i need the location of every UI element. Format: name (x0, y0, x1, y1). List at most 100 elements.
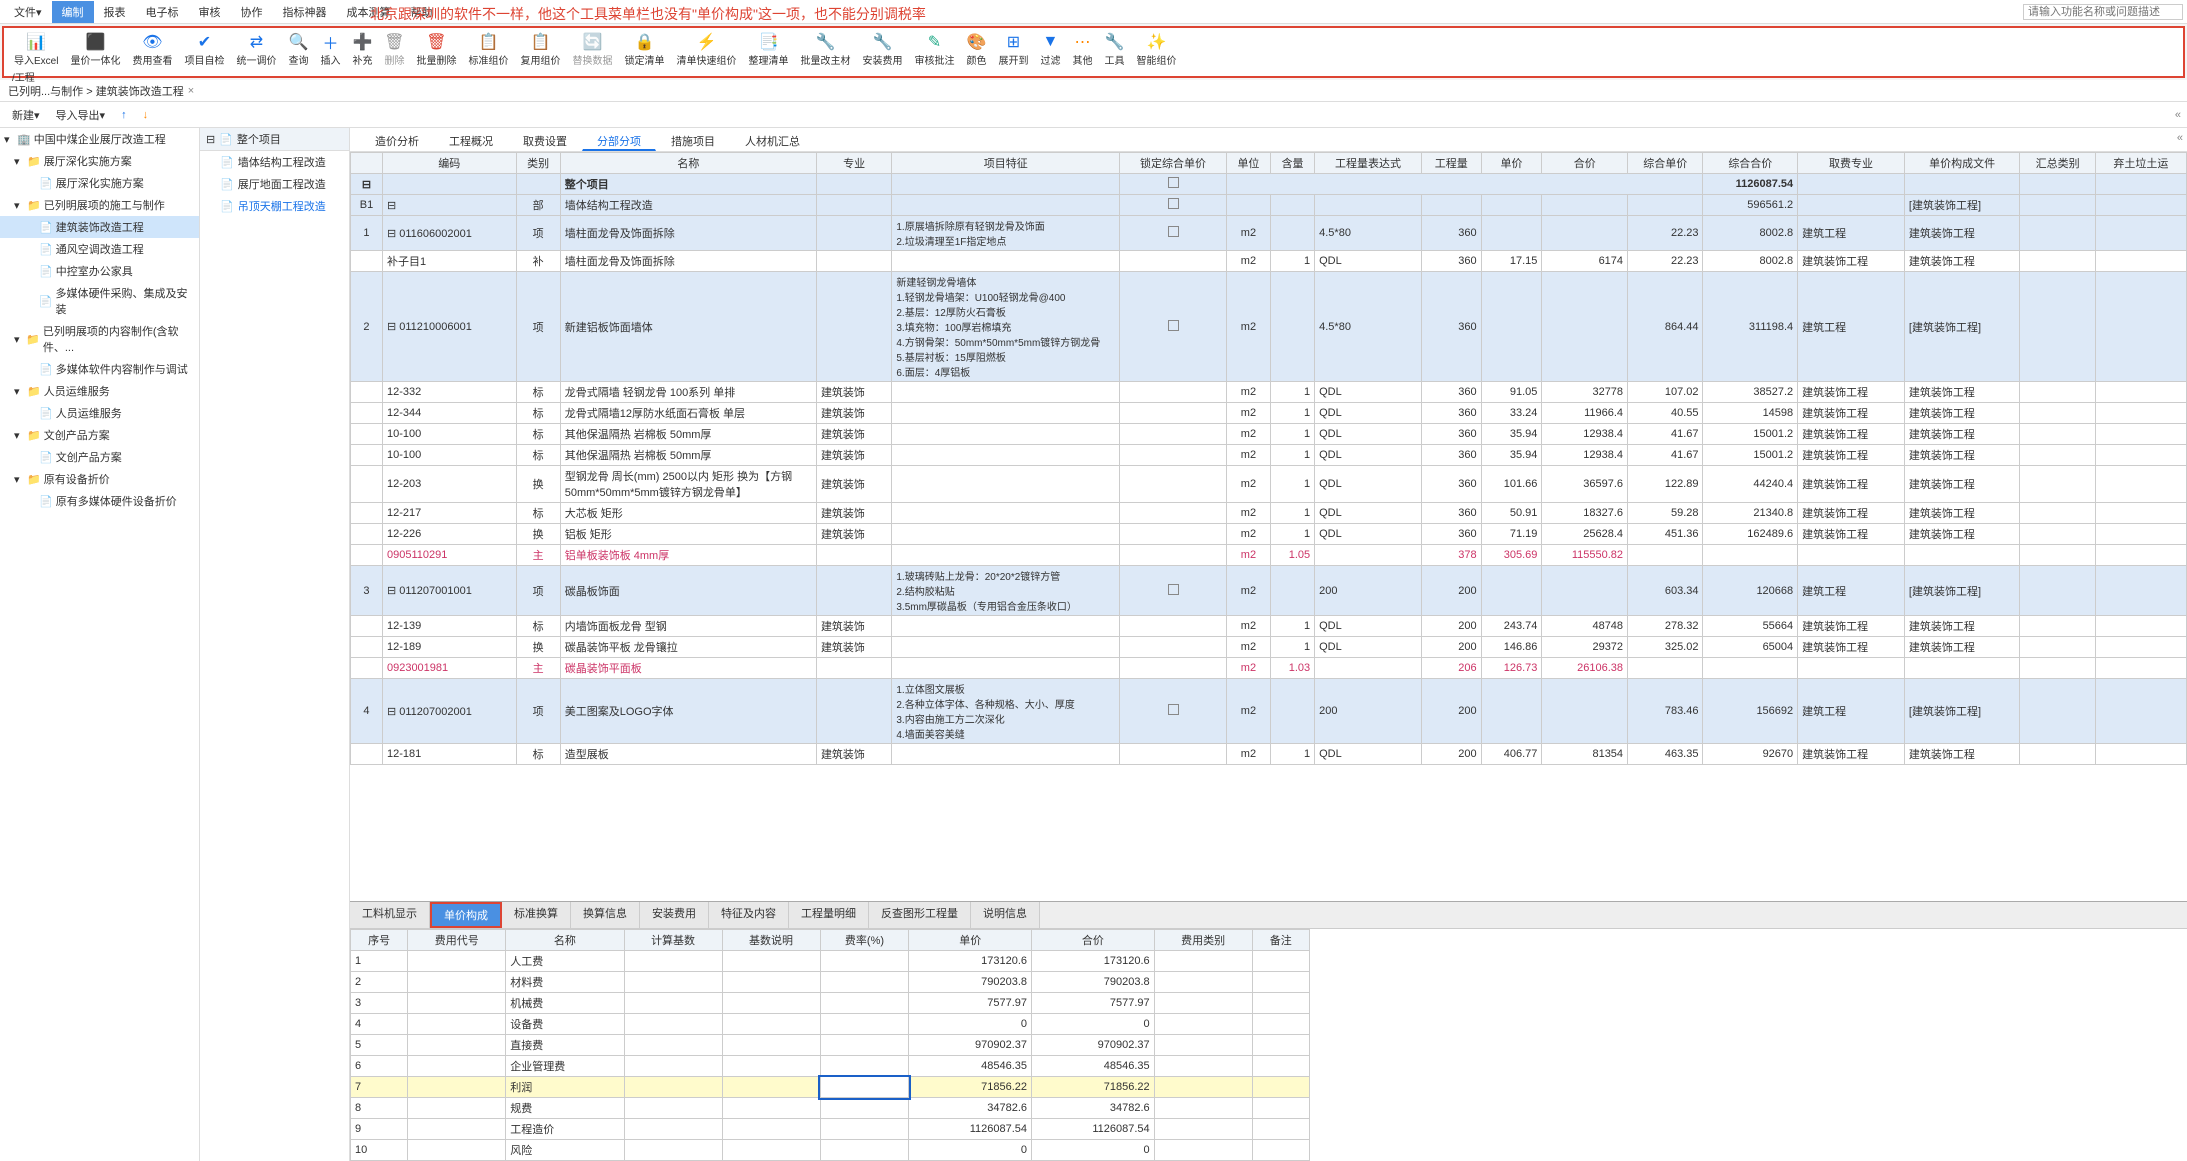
grid-row[interactable]: 12-332标龙骨式隔墙 轻钢龙骨 100系列 单排建筑装饰m21QDL3609… (351, 382, 2187, 403)
tool-smart[interactable]: ✨智能组价 (1130, 30, 1182, 69)
collapse-icon[interactable]: « (2175, 109, 2181, 121)
grid-row[interactable]: 2⊟ 011210006001项新建铝板饰面墙体新建轻钢龙骨墙体 1.轻钢龙骨墙… (351, 272, 2187, 382)
tool-std-price[interactable]: 📋标准组价 (462, 30, 514, 69)
grid-header[interactable]: 工程量表达式 (1315, 153, 1422, 174)
tool-delete[interactable]: 🗑删除 (378, 30, 410, 69)
menu-ebid[interactable]: 电子标 (136, 1, 189, 23)
menu-review[interactable]: 审核 (189, 1, 231, 23)
tool-filter[interactable]: ▼过滤 (1034, 30, 1066, 69)
grid-header[interactable]: 编码 (382, 153, 516, 174)
grid-header[interactable]: 取费专业 (1798, 153, 1905, 174)
grid-row[interactable]: 10-100标其他保温隔热 岩棉板 50mm厚建筑装饰m21QDL36035.9… (351, 424, 2187, 445)
grid-row[interactable]: 12-203换型钢龙骨 周长(mm) 2500以内 矩形 换为【方钢50mm*5… (351, 466, 2187, 503)
lower-tab[interactable]: 安装费用 (640, 902, 709, 928)
tree-root[interactable]: ▾🏢 中国中煤企业展厅改造工程 (0, 128, 199, 150)
menu-collab[interactable]: 协作 (231, 1, 273, 23)
tool-fee-view[interactable]: 👁费用查看 (126, 30, 178, 69)
unit-price-grid[interactable]: 序号费用代号名称计算基数基数说明费率(%)单价合价费用类别备注1人工费17312… (350, 929, 1310, 1161)
tree-item[interactable]: ▾📁 展厅深化实施方案 (0, 150, 199, 172)
grid-header[interactable]: 锁定综合单价 (1120, 153, 1227, 174)
lower-tab[interactable]: 标准换算 (502, 902, 571, 928)
lower-row[interactable]: 3机械费7577.977577.97 (351, 993, 1310, 1014)
grid-header[interactable]: 汇总类别 (2020, 153, 2095, 174)
grid-header[interactable]: 综合单价 (1628, 153, 1703, 174)
lower-tab[interactable]: 反查图形工程量 (869, 902, 971, 928)
grid-header[interactable]: 项目特征 (892, 153, 1120, 174)
tool-tools[interactable]: 🔧工具 (1098, 30, 1130, 69)
lower-row[interactable]: 2材料费790203.8790203.8 (351, 972, 1310, 993)
grid-row[interactable]: B1⊟ 部墙体结构工程改造596561.2[建筑装饰工程] (351, 195, 2187, 216)
tool-organize[interactable]: 📑整理清单 (742, 30, 794, 69)
tool-reuse[interactable]: 📋复用组价 (514, 30, 566, 69)
tool-query[interactable]: 🔍查询 (282, 30, 314, 69)
lower-row[interactable]: 7利润71856.2271856.22 (351, 1077, 1310, 1098)
lower-tab[interactable]: 特征及内容 (709, 902, 789, 928)
tree-item[interactable]: 📄 建筑装饰改造工程 (0, 216, 199, 238)
grid-row[interactable]: 0905110291主铝单板装饰板 4mm厚m21.05378305.69115… (351, 545, 2187, 566)
grid-header[interactable]: 弃土垃土运 (2095, 153, 2186, 174)
grid-header[interactable]: 单价构成文件 (1904, 153, 2019, 174)
tool-other[interactable]: ⋯其他 (1066, 30, 1098, 69)
menu-report[interactable]: 报表 (94, 1, 136, 23)
grid-header[interactable]: 综合合价 (1703, 153, 1798, 174)
lower-tab[interactable]: 换算信息 (571, 902, 640, 928)
tool-quick[interactable]: ⚡清单快速组价 (670, 30, 742, 69)
grid-row[interactable]: 10-100标其他保温隔热 岩棉板 50mm厚建筑装饰m21QDL36035.9… (351, 445, 2187, 466)
tool-qty-price[interactable]: ⬛量价一体化 (64, 30, 126, 69)
grid-header[interactable]: 合价 (1542, 153, 1628, 174)
grid-header[interactable]: 单位 (1226, 153, 1270, 174)
tab-subsection[interactable]: 分部分项 (582, 128, 656, 151)
tree-item[interactable]: 📄 多媒体硬件采购、集成及安装 (0, 282, 199, 320)
tool-import-excel[interactable]: 📊导入Excel (8, 30, 64, 69)
tool-install-fee[interactable]: 🔧安装费用 (856, 30, 908, 69)
grid-row[interactable]: 4⊟ 011207002001项美工图案及LOGO字体1.立体图文展板 2.各种… (351, 679, 2187, 744)
tool-lock[interactable]: 🔒锁定清单 (618, 30, 670, 69)
grid-header[interactable]: 单价 (1481, 153, 1542, 174)
menu-compile[interactable]: 编制 (52, 1, 94, 23)
tab-price-analysis[interactable]: 造价分析 (360, 128, 434, 151)
new-button[interactable]: 新建▾ (6, 105, 46, 125)
arrow-up-icon[interactable]: ↑ (115, 107, 133, 123)
export-button[interactable]: 导入导出▾ (50, 105, 112, 125)
search-input[interactable] (2023, 4, 2183, 20)
tree-item[interactable]: 📄 原有多媒体硬件设备折价 (0, 490, 199, 512)
grid-row[interactable]: 12-226换铝板 矩形建筑装饰m21QDL36071.1925628.4451… (351, 524, 2187, 545)
lower-row[interactable]: 1人工费173120.6173120.6 (351, 951, 1310, 972)
grid-header[interactable]: 类别 (516, 153, 560, 174)
tab-material[interactable]: 人材机汇总 (730, 128, 815, 151)
grid-header[interactable] (351, 153, 383, 174)
tree-item[interactable]: 📄 人员运维服务 (0, 402, 199, 424)
grid-row[interactable]: 补子目1补墙柱面龙骨及饰面拆除m21QDL36017.15617422.2380… (351, 251, 2187, 272)
tree-item[interactable]: ▾📁 已列明展项的内容制作(含软件、... (0, 320, 199, 358)
lower-row[interactable]: 9工程造价1126087.541126087.54 (351, 1119, 1310, 1140)
tool-self-check[interactable]: ✔项目自检 (178, 30, 230, 69)
tree-item[interactable]: 📄 中控室办公家具 (0, 260, 199, 282)
grid-row[interactable]: 0923001981主碳晶装饰平面板m21.03206126.7326106.3… (351, 658, 2187, 679)
tab-fee-config[interactable]: 取费设置 (508, 128, 582, 151)
lower-tab[interactable]: 工料机显示 (350, 902, 430, 928)
menu-index[interactable]: 指标神器 (273, 1, 337, 23)
collapse-icon-2[interactable]: « (2173, 128, 2187, 151)
grid-row[interactable]: 3⊟ 011207001001项碳晶板饰面1.玻璃砖贴上龙骨：20*20*2镀锌… (351, 566, 2187, 616)
grid-row[interactable]: 1⊟ 011606002001项墙柱面龙骨及饰面拆除1.原展墙拆除原有轻钢龙骨及… (351, 216, 2187, 251)
grid-header[interactable]: 工程量 (1421, 153, 1481, 174)
tree-item[interactable]: 📄 通风空调改造工程 (0, 238, 199, 260)
tool-replace[interactable]: 🔄替换数据 (566, 30, 618, 69)
breadcrumb[interactable]: 已列明...与制作 > 建筑装饰改造工程 × (0, 81, 202, 101)
tab-measures[interactable]: 措施项目 (656, 128, 730, 151)
grid-row[interactable]: 12-189换碳晶装饰平板 龙骨镶拉建筑装饰m21QDL200146.86293… (351, 637, 2187, 658)
tree-item[interactable]: ▾📁 人员运维服务 (0, 380, 199, 402)
tree-item[interactable]: 📄 多媒体软件内容制作与调试 (0, 358, 199, 380)
tool-batch-mat[interactable]: 🔧批量改主材 (794, 30, 856, 69)
close-icon[interactable]: × (188, 85, 194, 97)
section-item[interactable]: 📄 墙体结构工程改造 (200, 151, 349, 173)
tree-item[interactable]: ▾📁 原有设备折价 (0, 468, 199, 490)
grid-row[interactable]: 12-344标龙骨式隔墙12厚防水纸面石膏板 单层建筑装饰m21QDL36033… (351, 403, 2187, 424)
tree-item[interactable]: ▾📁 已列明展项的施工与制作 (0, 194, 199, 216)
lower-row[interactable]: 10风险00 (351, 1140, 1310, 1161)
grid-header[interactable]: 专业 (816, 153, 891, 174)
lower-row[interactable]: 6企业管理费48546.3548546.35 (351, 1056, 1310, 1077)
lower-tab[interactable]: 单价构成 (430, 902, 502, 928)
menu-file[interactable]: 文件▾ (4, 1, 52, 23)
grid-row[interactable]: 12-217标大芯板 矩形建筑装饰m21QDL36050.9118327.659… (351, 503, 2187, 524)
